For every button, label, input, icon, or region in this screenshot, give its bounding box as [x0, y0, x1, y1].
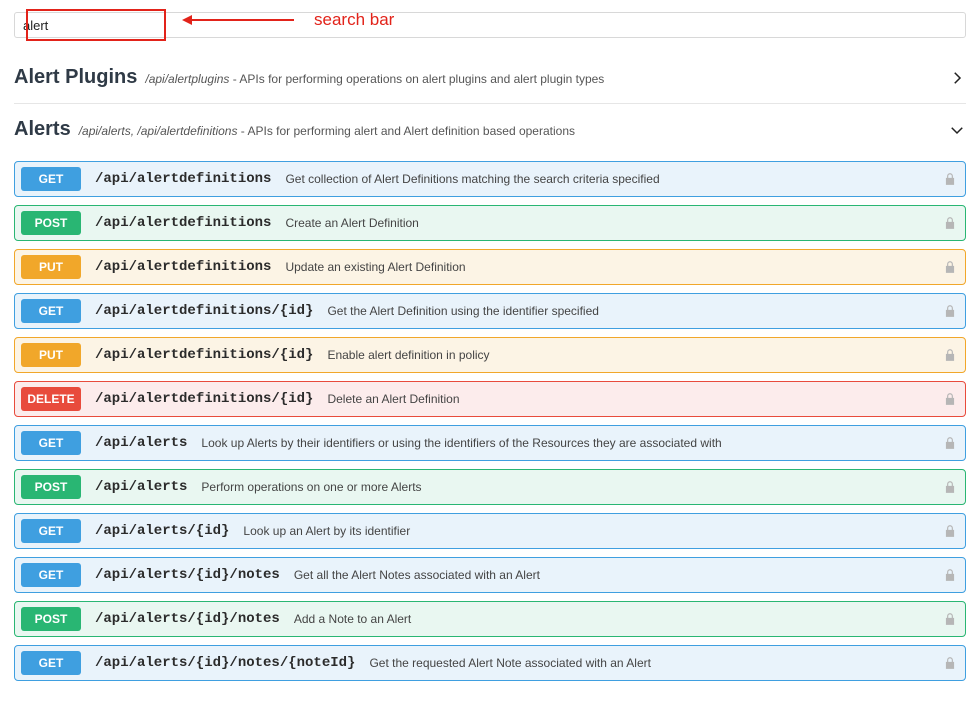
operation-summary: Create an Alert Definition [285, 216, 929, 230]
operation-summary: Get the requested Alert Note associated … [369, 656, 929, 670]
lock-icon[interactable] [943, 656, 957, 670]
operation-path: /api/alertdefinitions [95, 171, 271, 187]
operation-path: /api/alerts/{id}/notes/{noteId} [95, 655, 355, 671]
operation-path: /api/alertdefinitions/{id} [95, 303, 313, 319]
method-badge: GET [21, 167, 81, 191]
operation-path: /api/alertdefinitions/{id} [95, 347, 313, 363]
operation-row[interactable]: POST/api/alerts Perform operations on one… [14, 469, 966, 505]
section-divider [14, 103, 966, 104]
chevron-right-icon [948, 69, 966, 87]
operation-summary: Delete an Alert Definition [327, 392, 929, 406]
operation-row[interactable]: POST/api/alerts/{id}/notes Add a Note to … [14, 601, 966, 637]
method-badge: POST [21, 607, 81, 631]
method-badge: DELETE [21, 387, 81, 411]
lock-icon[interactable] [943, 524, 957, 538]
search-bar-container: search bar [14, 12, 966, 38]
section-alerts[interactable]: Alerts /api/alerts, /api/alertdefinition… [14, 108, 966, 153]
lock-icon[interactable] [943, 612, 957, 626]
method-badge: GET [21, 651, 81, 675]
operation-row[interactable]: DELETE/api/alertdefinitions/{id} Delete a… [14, 381, 966, 417]
operation-path: /api/alerts/{id}/notes [95, 611, 280, 627]
operation-summary: Perform operations on one or more Alerts [201, 480, 929, 494]
operation-path: /api/alertdefinitions [95, 259, 271, 275]
operation-row[interactable]: GET/api/alertdefinitions Get collection o… [14, 161, 966, 197]
lock-icon[interactable] [943, 304, 957, 318]
operation-path: /api/alerts/{id}/notes [95, 567, 280, 583]
operation-summary: Enable alert definition in policy [327, 348, 929, 362]
search-input[interactable] [14, 12, 966, 38]
operation-path: /api/alertdefinitions/{id} [95, 391, 313, 407]
lock-icon[interactable] [943, 392, 957, 406]
method-badge: GET [21, 431, 81, 455]
operation-path: /api/alertdefinitions [95, 215, 271, 231]
operation-row[interactable]: GET/api/alerts/{id}/notes Get all the Ale… [14, 557, 966, 593]
section-subtitle: /api/alertplugins - APIs for performing … [145, 72, 604, 86]
chevron-down-icon [948, 121, 966, 139]
operation-summary: Get collection of Alert Definitions matc… [285, 172, 929, 186]
operation-summary: Add a Note to an Alert [294, 612, 929, 626]
lock-icon[interactable] [943, 436, 957, 450]
section-title: Alerts [14, 118, 71, 141]
method-badge: GET [21, 563, 81, 587]
method-badge: POST [21, 475, 81, 499]
operation-path: /api/alerts/{id} [95, 523, 229, 539]
lock-icon[interactable] [943, 480, 957, 494]
operation-row[interactable]: PUT/api/alertdefinitions/{id} Enable aler… [14, 337, 966, 373]
operation-row[interactable]: GET/api/alerts Look up Alerts by their id… [14, 425, 966, 461]
operation-row[interactable]: POST/api/alertdefinitions Create an Alert… [14, 205, 966, 241]
lock-icon[interactable] [943, 172, 957, 186]
operation-summary: Update an existing Alert Definition [285, 260, 929, 274]
lock-icon[interactable] [943, 260, 957, 274]
lock-icon[interactable] [943, 216, 957, 230]
method-badge: GET [21, 299, 81, 323]
lock-icon[interactable] [943, 348, 957, 362]
section-title: Alert Plugins [14, 66, 137, 89]
method-badge: GET [21, 519, 81, 543]
operation-summary: Look up an Alert by its identifier [243, 524, 929, 538]
operation-path: /api/alerts [95, 435, 187, 451]
lock-icon[interactable] [943, 568, 957, 582]
operation-row[interactable]: GET/api/alerts/{id}/notes/{noteId} Get th… [14, 645, 966, 681]
operation-summary: Get all the Alert Notes associated with … [294, 568, 929, 582]
operation-summary: Look up Alerts by their identifiers or u… [201, 436, 929, 450]
operation-row[interactable]: PUT/api/alertdefinitions Update an existi… [14, 249, 966, 285]
method-badge: POST [21, 211, 81, 235]
operation-path: /api/alerts [95, 479, 187, 495]
operations-list: GET/api/alertdefinitions Get collection o… [14, 161, 966, 681]
method-badge: PUT [21, 343, 81, 367]
operation-row[interactable]: GET/api/alerts/{id} Look up an Alert by i… [14, 513, 966, 549]
operation-row[interactable]: GET/api/alertdefinitions/{id} Get the Ale… [14, 293, 966, 329]
section-alert-plugins[interactable]: Alert Plugins /api/alertplugins - APIs f… [14, 56, 966, 101]
method-badge: PUT [21, 255, 81, 279]
section-subtitle: /api/alerts, /api/alertdefinitions - API… [79, 124, 575, 138]
operation-summary: Get the Alert Definition using the ident… [327, 304, 929, 318]
